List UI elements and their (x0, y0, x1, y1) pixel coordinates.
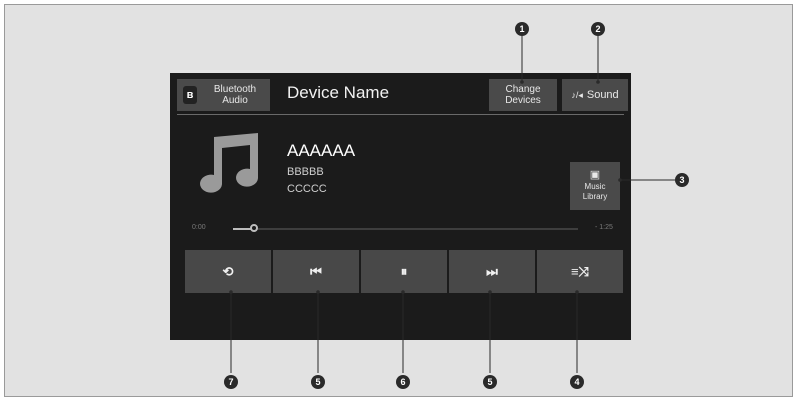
callout-2: 2 (591, 22, 605, 36)
callout-5-next: 5 (483, 375, 497, 389)
callout-leader-lines (229, 36, 675, 373)
callout-3: 3 (675, 173, 689, 187)
callout-1: 1 (515, 22, 529, 36)
callout-4: 4 (570, 375, 584, 389)
callout-6: 6 (396, 375, 410, 389)
callout-7: 7 (224, 375, 238, 389)
callout-5-prev: 5 (311, 375, 325, 389)
